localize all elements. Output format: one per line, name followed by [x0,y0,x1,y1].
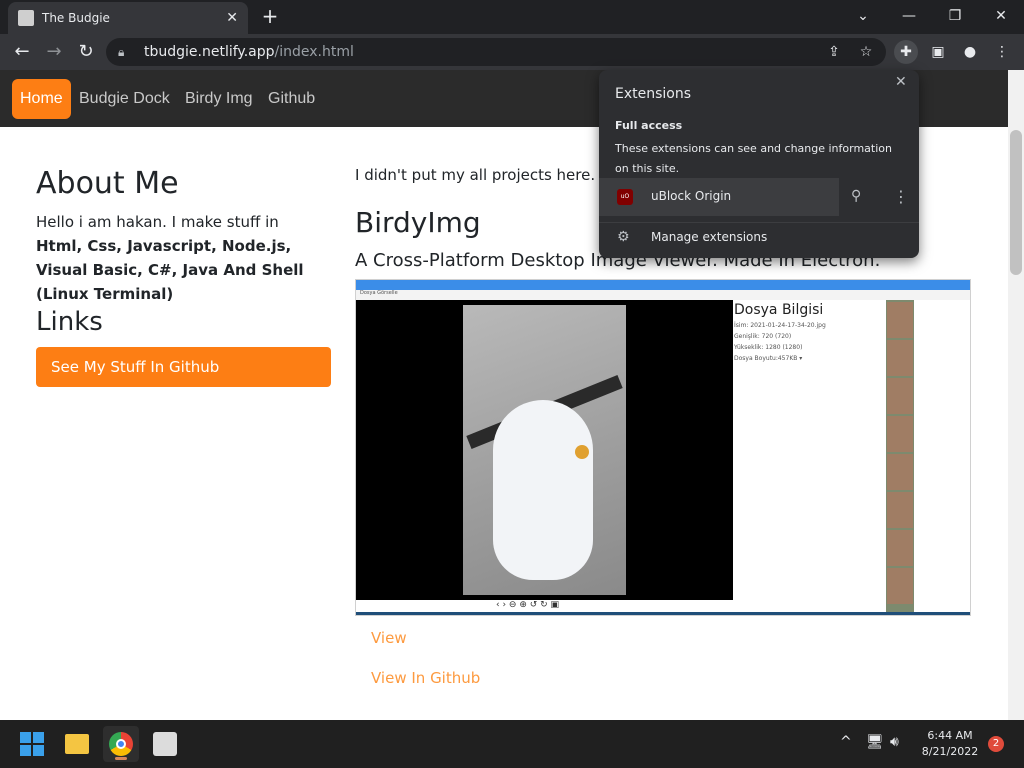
file-info-line: Dosya Boyutu:457KB ▾ [734,355,803,362]
ublock-icon: uO [617,189,633,205]
reload-icon[interactable]: ↻ [74,40,98,64]
intro-text: I didn't put my all projects here. Yo [355,166,617,184]
screenshot-titlebar [356,280,970,290]
folder-icon [65,734,89,754]
popup-close-icon[interactable]: ✕ [895,74,907,90]
thumbnail [887,454,913,490]
tab-title: The Budgie [42,11,110,25]
page-scrollbar[interactable] [1008,70,1024,720]
extension-more-icon[interactable]: ⋮ [893,187,909,206]
puzzle-icon[interactable]: ✚ [894,40,918,64]
scrollbar-thumb[interactable] [1010,130,1022,275]
browser-tab[interactable]: The Budgie ✕ [8,2,248,34]
chrome-taskbar-button[interactable] [103,726,139,762]
tab-close-icon[interactable]: ✕ [226,10,238,26]
lock-icon[interactable]: 🔒︎ [118,45,134,60]
budgie-favicon-icon [18,10,34,26]
extensions-popup: Extensions ✕ Full access These extension… [599,70,919,258]
tab-search-icon[interactable]: ⌄ [840,0,886,32]
links-heading: Links [36,307,103,337]
view-link[interactable]: View [371,629,407,647]
active-indicator [115,757,127,760]
popup-divider [599,222,919,223]
about-text: Hello i am hakan. I make stuff in Html, … [36,210,326,306]
volume-icon[interactable]: 🔊︎ [890,734,899,750]
network-icon[interactable]: 🖥︎ [866,734,884,750]
project-title: BirdyImg [355,206,481,239]
budgie-app-icon [153,732,177,756]
minimize-icon[interactable]: — [886,0,932,32]
thumbnail [887,568,913,604]
project-screenshot: Dosya Görselle Dosya Bilgisi İsim: 2021-… [355,279,971,616]
screenshot-viewer [356,300,733,600]
browser-toolbar: ← → ↻ 🔒︎ tbudgie.netlify.app/index.html … [0,34,1024,70]
thumbnail [887,302,913,338]
back-icon[interactable]: ← [10,40,34,64]
full-access-heading: Full access [615,119,683,132]
chevron-up-icon[interactable]: ^ [840,734,852,750]
nav-github[interactable]: Github [260,79,323,119]
about-plain: Hello i am hakan. I make stuff in [36,213,279,231]
viewer-controls: ‹ › ⊖ ⊕ ↺ ↻ ▣ [496,600,560,610]
clock-time: 6:44 AM [927,729,973,742]
extension-name[interactable]: uBlock Origin [651,189,731,203]
about-heading: About Me [36,166,179,201]
new-tab-button[interactable]: + [258,4,282,28]
gear-icon[interactable]: ⚙ [617,229,630,245]
windows-icon [20,732,44,756]
view-in-github-link[interactable]: View In Github [371,669,480,687]
manage-extensions-link[interactable]: Manage extensions [651,230,767,244]
profile-icon[interactable]: ● [958,40,982,64]
file-explorer-button[interactable] [59,726,95,762]
thumbnail [887,378,913,414]
restore-icon[interactable]: ❐ [932,0,978,32]
kebab-icon[interactable]: ⋮ [990,40,1014,64]
url-host: tbudgie.netlify.app [144,44,275,60]
chrome-icon [109,732,133,756]
url-path: /index.html [274,44,354,60]
file-info-title: Dosya Bilgisi [734,302,824,318]
system-clock[interactable]: 6:44 AM 8/21/2022 [916,728,984,760]
screenshot-menubar: Dosya Görselle [356,290,970,300]
nav-budgie-dock[interactable]: Budgie Dock [71,79,178,119]
pin-icon[interactable]: ⚲ [851,188,861,204]
budgie-photo [463,305,626,595]
taskbar: ^ 🖥︎ 🔊︎ 6:44 AM 8/21/2022 2 [0,720,1024,768]
thumbnail [887,340,913,376]
nav-birdy-img[interactable]: Birdy Img [177,79,261,119]
budgie-bird [493,400,593,580]
file-info-line: Yükseklik: 1280 (1280) [734,344,803,351]
forward-icon[interactable]: → [42,40,66,64]
notification-badge[interactable]: 2 [988,736,1004,752]
file-info-panel: Dosya Bilgisi İsim: 2021-01-24-17-34-20.… [734,300,884,364]
thumbnail-strip [886,300,914,612]
start-button[interactable] [14,726,50,762]
budgie-app-button[interactable] [147,726,183,762]
full-access-description: These extensions can see and change info… [615,142,892,175]
file-info-line: İsim: 2021-01-24-17-34-20.jpg [734,322,826,329]
popup-title: Extensions [615,86,692,102]
browser-tab-strip: The Budgie ✕ + ⌄ — ❐ ✕ [0,0,1024,34]
address-bar[interactable]: 🔒︎ tbudgie.netlify.app/index.html [106,38,886,66]
file-info-line: Genişlik: 720 (720) [734,333,792,340]
budgie-beak [575,445,589,459]
clock-date: 8/21/2022 [921,745,979,758]
thumbnail [887,416,913,452]
side-panel-icon[interactable]: ▣ [926,40,950,64]
thumbnail [887,530,913,566]
window-close-icon[interactable]: ✕ [978,0,1024,32]
thumbnail [887,492,913,528]
star-icon[interactable]: ☆ [854,40,878,64]
github-button[interactable]: See My Stuff In Github [36,347,331,387]
share-icon[interactable]: ⇪ [822,40,846,64]
screenshot-bottombar [356,612,970,615]
nav-home[interactable]: Home [12,79,71,119]
about-skills: Html, Css, Javascript, Node.js, Visual B… [36,237,304,303]
